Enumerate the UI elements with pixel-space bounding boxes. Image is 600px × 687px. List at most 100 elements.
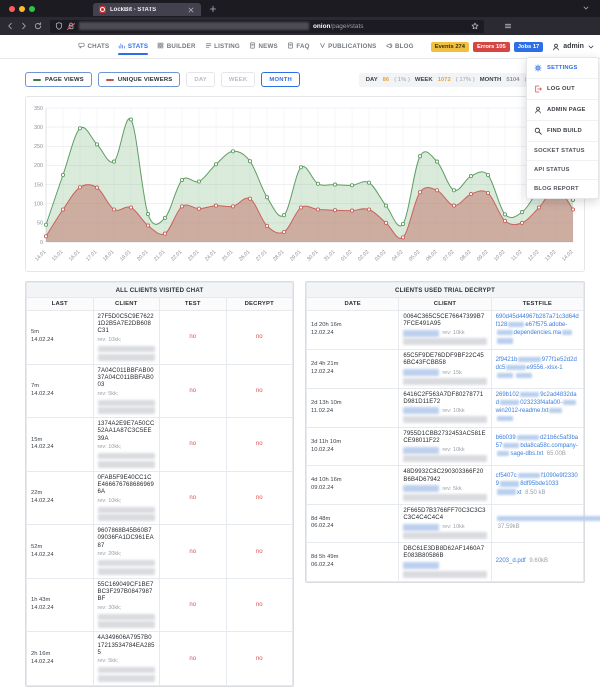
user-caret-icon <box>587 43 595 51</box>
nav-item-publications[interactable]: PUBLICATIONS <box>319 35 377 58</box>
insecure-lock-icon[interactable] <box>67 22 75 30</box>
test-status: no <box>160 311 227 365</box>
client-id: 0FAB5F9E40CC1CE4666767686869696A <box>98 475 156 497</box>
table-row: 2d 13h 10m11.02.246416C2F563A7DF80278771… <box>307 388 584 428</box>
nav-item-chats[interactable]: CHATS <box>78 35 109 58</box>
gear-icon <box>534 64 542 72</box>
nav-items: CHATS STATS BUILDER LISTING NEWS FAQ PUBLICATI… <box>78 35 414 58</box>
new-tab-button[interactable] <box>209 5 217 13</box>
table-row: 7m14.02.247A04C011BBFAB0037A04C011BBFAB0… <box>27 364 293 418</box>
client-id: 0064C365C5CE76647399B77FCE491A95 <box>403 314 486 328</box>
tracking-shield-icon[interactable] <box>55 22 63 30</box>
summary-label-month: MONTH <box>480 77 502 83</box>
window-minimize-button[interactable] <box>19 6 25 12</box>
menu-item-socket-status[interactable]: SOCKET STATUS <box>527 142 598 161</box>
testfile-link[interactable]: 269b1029c2ad4832dad023233f4afa00-win2012… <box>496 392 577 414</box>
menu-item-log-out[interactable]: LOG OUT <box>527 79 598 100</box>
forward-button[interactable] <box>20 22 28 30</box>
nav-item-faq[interactable]: FAQ <box>287 35 310 58</box>
nav-item-news[interactable]: NEWS <box>249 35 278 58</box>
window-zoom-button[interactable] <box>29 6 35 12</box>
badge-events[interactable]: Events 274 <box>431 42 469 52</box>
badge-errors[interactable]: Errors 105 <box>473 42 510 52</box>
summary-label-week: WEEK <box>415 77 433 83</box>
window-close-button[interactable] <box>9 6 15 12</box>
tab-close-icon[interactable] <box>187 6 195 14</box>
column-header-decrypt: DECRYPT <box>226 298 293 311</box>
testfile-link[interactable]: 2203_d.pdf <box>496 558 526 564</box>
redacted-text <box>403 416 486 423</box>
list-tabs-icon[interactable] <box>582 4 590 12</box>
client-id: 6416C2F563A7DF80278771D981D11E72 <box>403 392 486 406</box>
client-revision: rev: 10kk; <box>98 498 156 513</box>
nav-item-stats[interactable]: STATS <box>118 35 148 58</box>
redacted-text <box>518 357 540 363</box>
nav-item-builder[interactable]: BUILDER <box>157 35 195 58</box>
table-row: 22m14.02.240FAB5F9E40CC1CE46667676868696… <box>27 471 293 525</box>
redacted-text <box>403 369 439 376</box>
period-week-button[interactable]: WEEK <box>221 72 255 87</box>
visited-chat-table: ALL CLIENTS VISITED CHATLASTCLIENTTESTDE… <box>25 281 294 687</box>
date-cell: 3d 11h 10m10.02.24 <box>307 428 399 466</box>
menu-item-blog-report[interactable]: BLOG REPORT <box>527 180 598 198</box>
testfile-size: 8.50 kB <box>524 490 546 496</box>
username: admin <box>563 43 584 50</box>
test-status: no <box>160 578 227 632</box>
menu-item-admin-page[interactable]: ADMIN PAGE <box>527 100 598 121</box>
chat-icon <box>78 42 85 51</box>
svg-text:08.02: 08.02 <box>459 249 473 263</box>
testfile-link[interactable]: 2f9421b977f1e52d2ddc5e9556.-xlsx-1 <box>496 357 577 379</box>
page-views-legend-dash <box>33 79 41 81</box>
date-cell: 1d 20h 16m12.02.24 <box>307 311 399 350</box>
client-cell: 7A04C011BBFAB0037A04C011BBFAB003rev: 5kk… <box>93 364 160 418</box>
period-day-button[interactable]: DAY <box>186 72 215 87</box>
test-status: no <box>160 418 227 472</box>
client-cell: 2F665D7B3766FF70C3C3C3C3C4C4C4C4rev: 10k… <box>399 504 491 542</box>
svg-text:23.01: 23.01 <box>187 249 201 263</box>
grid-icon <box>157 42 164 51</box>
address-bar[interactable]: onion/page#stats <box>50 20 484 33</box>
page-views-toggle[interactable]: PAGE VIEWS <box>25 72 92 87</box>
mega-icon <box>386 42 393 51</box>
nav-item-blog[interactable]: BLOG <box>386 35 414 58</box>
redacted-size <box>497 338 513 344</box>
period-month-button[interactable]: MONTH <box>261 72 300 87</box>
redacted-text <box>503 443 519 449</box>
testfile-link[interactable]: 690d45d44967b287a71c3d64df128e67f575.ado… <box>496 314 579 336</box>
user-menu-toggle[interactable]: admin <box>552 43 595 51</box>
chart-icon <box>118 42 125 51</box>
badge-jobs[interactable]: Jobs 17 <box>514 42 544 52</box>
table-row: 1h 43m14.02.2455C169049CF1BE7BC3F297B084… <box>27 578 293 632</box>
test-status: no <box>160 471 227 525</box>
decrypt-status: no <box>226 525 293 579</box>
menu-item-settings[interactable]: SETTINGS <box>527 58 598 79</box>
browser-tab-strip: LockBit - STATS <box>0 0 600 17</box>
doc-icon <box>249 42 256 51</box>
search-icon <box>534 127 542 135</box>
svg-text:14.01: 14.01 <box>34 249 48 263</box>
browser-tab[interactable]: LockBit - STATS <box>93 3 201 16</box>
client-revision: rev: 10kk <box>403 447 486 454</box>
bookmark-star-icon[interactable] <box>471 22 479 30</box>
test-status: no <box>160 364 227 418</box>
test-status: no <box>160 525 227 579</box>
svg-text:24.01: 24.01 <box>204 249 218 263</box>
unique-viewers-toggle[interactable]: UNIQUE VIEWERS <box>98 72 181 87</box>
menu-item-api-status[interactable]: API STATUS <box>527 161 598 180</box>
decrypt-status: no <box>226 578 293 632</box>
nav-item-listing[interactable]: LISTING <box>205 35 240 58</box>
redacted-text <box>403 494 486 501</box>
client-cell: 1374A2E9E7A50CC52AA1A87C3C5EE39Arev: 10k… <box>93 418 160 472</box>
svg-text:03.02: 03.02 <box>374 249 388 263</box>
browser-menu-icon[interactable] <box>504 22 512 30</box>
client-id: DBC61E3DB8D62AF1460A7E083B80586B <box>403 546 486 560</box>
client-revision: rev: 10kk <box>403 524 486 531</box>
reload-button[interactable] <box>34 22 42 30</box>
save-page-icon[interactable] <box>490 22 498 30</box>
back-button[interactable] <box>6 22 14 30</box>
svg-text:28.01: 28.01 <box>272 249 286 263</box>
redacted-text <box>403 485 439 492</box>
stats-tables: ALL CLIENTS VISITED CHATLASTCLIENTTESTDE… <box>25 281 585 687</box>
menu-item-find-build[interactable]: FIND BUILD <box>527 121 598 142</box>
redacted-text <box>563 400 576 406</box>
